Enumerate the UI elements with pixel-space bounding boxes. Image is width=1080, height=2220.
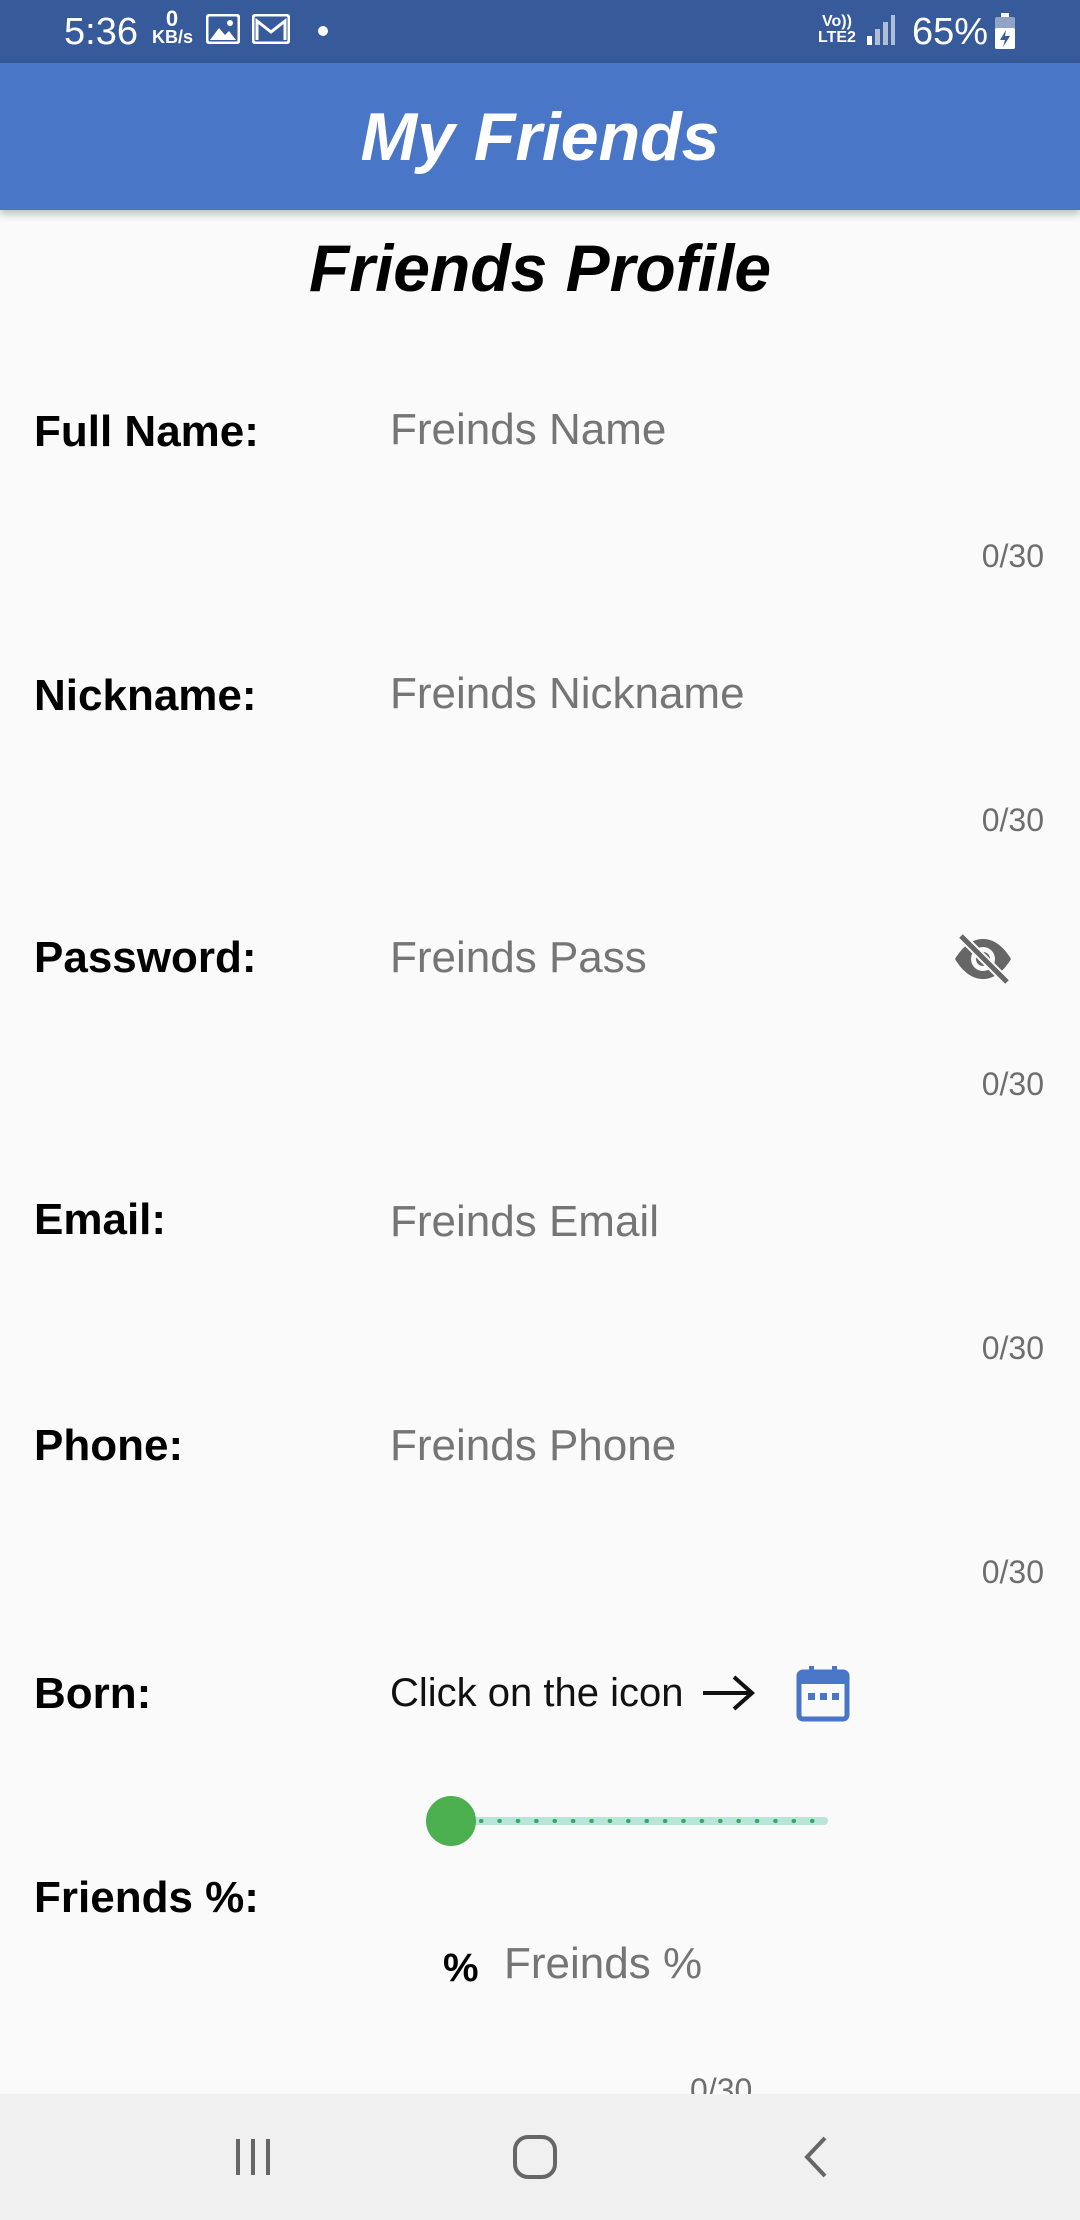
notification-dot [318, 26, 328, 36]
born-label: Born: [34, 1669, 152, 1718]
email-counter: 0/30 [981, 1330, 1044, 1366]
network-speed-value: 0 [165, 6, 179, 31]
network-lte: LTE2 [818, 29, 856, 46]
status-bar: 5:36 0 KB/s Vo)) LTE2 65% [0, 0, 1080, 63]
friends-pct-input[interactable] [504, 1938, 844, 1990]
full-name-label: Full Name: [34, 407, 259, 456]
network-type: Vo)) LTE2 [818, 14, 856, 46]
phone-input[interactable] [390, 1420, 910, 1472]
password-counter: 0/30 [981, 1066, 1044, 1102]
full-name-input[interactable] [390, 404, 910, 456]
signal-icon [866, 14, 896, 51]
nickname-label: Nickname: [34, 671, 257, 720]
app-title: My Friends [360, 99, 720, 175]
gmail-icon [251, 13, 291, 49]
page-title: Friends Profile [308, 231, 772, 305]
full-name-counter: 0/30 [981, 538, 1044, 574]
born-hint: Click on the icon [390, 1671, 684, 1715]
network-volte: Vo)) [822, 13, 852, 30]
system-nav-bar [0, 2094, 1080, 2220]
email-input[interactable] [390, 1196, 910, 1248]
email-label: Email: [34, 1195, 167, 1244]
calendar-icon[interactable] [796, 1664, 850, 1727]
phone-counter: 0/30 [981, 1554, 1044, 1590]
friends-pct-slider[interactable] [426, 1796, 828, 1846]
home-button[interactable] [510, 2132, 560, 2187]
battery-level: 65% [912, 11, 989, 53]
back-button[interactable] [792, 2132, 842, 2187]
battery-charging-icon [994, 12, 1016, 55]
image-icon [205, 13, 241, 49]
slider-thumb[interactable] [426, 1796, 476, 1846]
nickname-input[interactable] [390, 668, 910, 720]
app-bar: My Friends [0, 63, 1080, 210]
percent-prefix: % [443, 1946, 479, 1990]
friends-pct-label: Friends %: [34, 1873, 259, 1922]
status-time: 5:36 [64, 11, 138, 53]
network-speed: 0 KB/s [152, 6, 194, 47]
recents-button[interactable] [228, 2132, 278, 2187]
arrow-right-icon [700, 1670, 758, 1721]
nickname-counter: 0/30 [981, 802, 1044, 838]
visibility-off-icon[interactable] [952, 932, 1014, 990]
password-label: Password: [34, 933, 257, 982]
slider-ticks [472, 1819, 822, 1823]
password-input[interactable] [390, 932, 910, 984]
network-speed-unit: KB/s [152, 27, 194, 47]
phone-label: Phone: [34, 1421, 184, 1470]
